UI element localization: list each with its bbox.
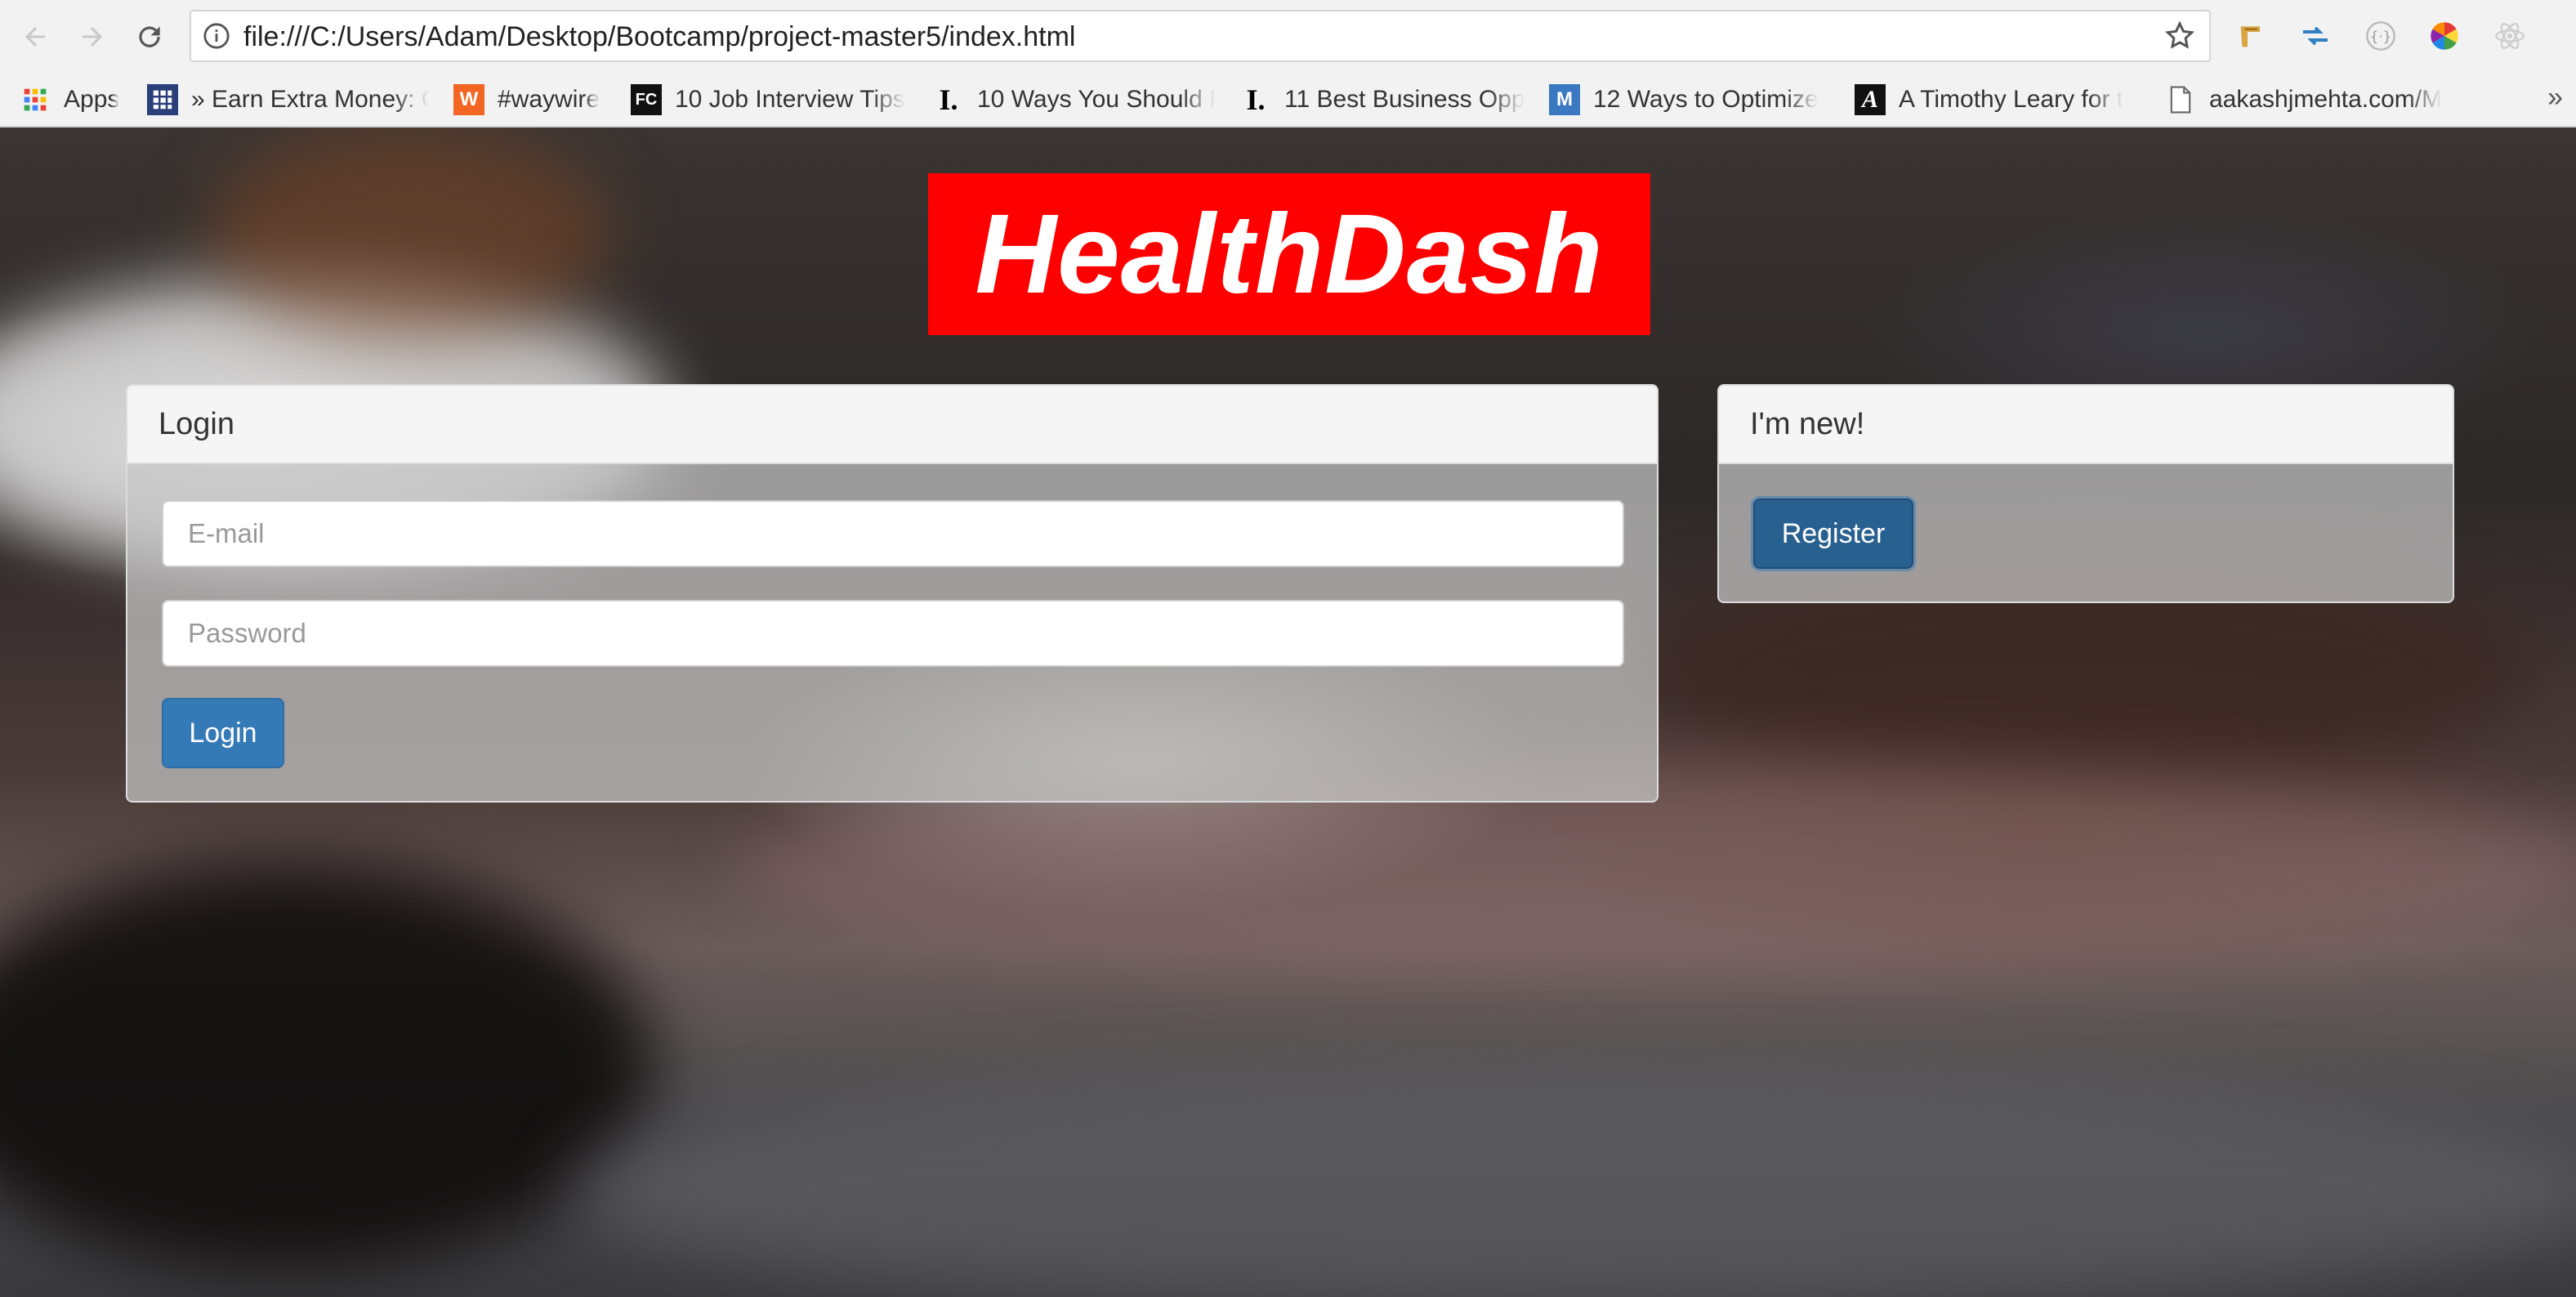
extension-ruler-icon[interactable] (2234, 18, 2270, 54)
back-arrow-icon (25, 27, 45, 47)
inc-favicon-icon: I. (939, 83, 958, 116)
logo-text: HealthDash (975, 190, 1604, 317)
forward-arrow-icon (83, 27, 102, 47)
bookmark-label: 11 Best Business Opp (1284, 86, 1525, 113)
register-panel: I'm new! Register (1717, 384, 2454, 603)
fastcompany-favicon-icon: FC (631, 84, 662, 115)
bookmark-timothy-leary[interactable]: A A Timothy Leary for t (1855, 82, 2141, 118)
apps-grid-icon (20, 84, 51, 115)
bookmark-waywire[interactable]: W #waywire (453, 82, 617, 118)
m-favicon-icon: M (1549, 84, 1580, 115)
bookmark-10-ways[interactable]: I. 10 Ways You Should I (933, 82, 1219, 118)
password-field[interactable]: Password (162, 600, 1624, 667)
browser-toolbar: file:///C:/Users/Adam/Desktop/Bootcamp/p… (0, 0, 2576, 74)
login-panel-title: Login (127, 386, 1657, 464)
bookmark-star-icon[interactable] (2163, 20, 2196, 52)
bookmarks-bar: Apps » Earn Extra Money: C W #waywire FC… (0, 74, 2576, 127)
register-panel-title: I'm new! (1719, 386, 2453, 464)
register-button[interactable]: Register (1753, 499, 1913, 569)
bookmark-label: #waywire (498, 86, 600, 113)
extension-react-icon[interactable] (2492, 18, 2528, 54)
bookmark-label: 10 Ways You Should I (977, 86, 1217, 113)
extension-colorwheel-icon[interactable] (2426, 18, 2462, 54)
bookmark-12-ways-optimize[interactable]: M 12 Ways to Optimize (1549, 82, 1827, 118)
svg-text:{·}: {·} (2370, 29, 2392, 45)
bookmark-apps[interactable]: Apps (20, 82, 134, 118)
waywire-favicon-icon: W (453, 84, 484, 115)
page-icon (2165, 84, 2196, 115)
background-blur (204, 127, 613, 340)
background-blur (0, 863, 654, 1272)
info-icon[interactable] (203, 22, 230, 50)
extension-braces-icon[interactable]: {·} (2363, 18, 2399, 54)
bookmark-label: 10 Job Interview Tips (675, 86, 905, 113)
atlantic-favicon-icon: A (1855, 84, 1886, 115)
reload-icon (139, 26, 160, 47)
bookmarks-overflow-button[interactable]: » (2547, 82, 2563, 114)
login-button[interactable]: Login (162, 698, 284, 768)
email-field[interactable]: E-mail (162, 500, 1624, 567)
login-panel: Login E-mail Password Login (126, 384, 1659, 803)
address-bar[interactable]: file:///C:/Users/Adam/Desktop/Bootcamp/p… (190, 10, 2211, 62)
reload-button[interactable] (131, 18, 168, 56)
extension-arrows-icon[interactable] (2297, 18, 2333, 54)
bookmark-label: A Timothy Leary for t (1899, 86, 2124, 113)
bookmark-11-best-business[interactable]: I. 11 Best Business Opp (1240, 82, 1525, 118)
url-text[interactable]: file:///C:/Users/Adam/Desktop/Bootcamp/p… (243, 21, 1076, 53)
page-background: HealthDash Login E-mail Password Login I… (0, 127, 2576, 1297)
back-button[interactable] (16, 18, 54, 56)
healthdash-logo: HealthDash (928, 173, 1650, 335)
bookmark-job-interview-tips[interactable]: FC 10 Job Interview Tips (631, 82, 909, 118)
bookmark-aakashjmehta[interactable]: aakashjmehta.com/M (2165, 82, 2451, 118)
bookmark-label: Apps (64, 86, 120, 113)
bookmark-label: 12 Ways to Optimize (1593, 86, 1819, 113)
bookmark-label: » Earn Extra Money: C (191, 86, 429, 113)
grid-favicon-icon (147, 84, 178, 115)
forward-button[interactable] (74, 18, 111, 56)
inc-favicon-icon: I. (1246, 83, 1266, 116)
bookmark-earn-extra-money[interactable]: » Earn Extra Money: C (147, 82, 429, 118)
bookmark-label: aakashjmehta.com/M (2209, 86, 2443, 113)
background-blur (572, 1067, 2576, 1297)
